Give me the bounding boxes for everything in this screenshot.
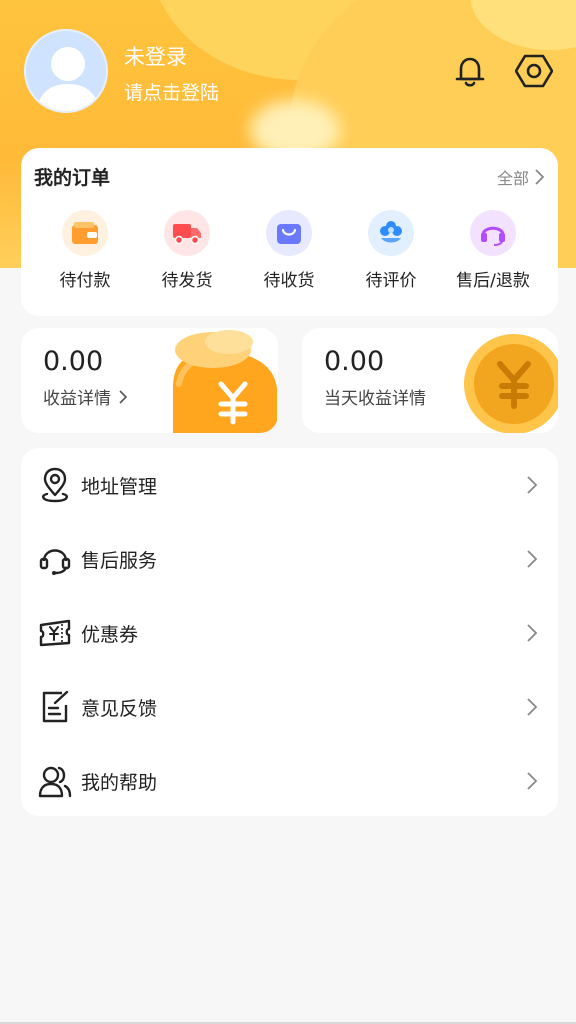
order-label: 待发货 (161, 271, 213, 291)
menu-label: 意见反馈 (81, 697, 158, 720)
order-item-after-sales[interactable]: 售后/退款 (443, 210, 543, 291)
today-income-details-label: 当天收益详情 (324, 389, 426, 409)
income-details-label: 收益详情 (43, 389, 111, 409)
today-income-details-link[interactable]: 当天收益详情 (324, 384, 426, 409)
feedback-icon (42, 690, 69, 723)
order-item-pending-receipt[interactable]: 待收货 (239, 210, 339, 291)
login-hint[interactable]: 请点击登陆 (124, 78, 219, 105)
location-pin-icon (42, 467, 68, 503)
order-label: 售后/退款 (456, 271, 530, 291)
menu-item-help[interactable]: 我的帮助 (21, 744, 558, 818)
orders-title: 我的订单 (34, 167, 111, 189)
orders-card: 我的订单 全部 待付款 待发货 待收货 待评价 售后/退款 (21, 148, 558, 316)
income-value: 0.00 (43, 346, 104, 377)
orders-all-label: 全部 (496, 169, 529, 188)
order-item-pending-shipment[interactable]: 待发货 (137, 210, 237, 291)
order-item-pending-review[interactable]: 待评价 (341, 210, 441, 291)
menu-label: 售后服务 (81, 549, 158, 572)
flower-icon (368, 210, 414, 256)
chevron-right-icon (535, 169, 544, 185)
user-placeholder-icon (36, 47, 100, 111)
chevron-right-icon (527, 476, 538, 494)
menu-card: 地址管理 售后服务 优惠券 意见反馈 我的帮助 (21, 448, 558, 816)
username[interactable]: 未登录 (124, 41, 187, 71)
shopping-bag-icon (266, 210, 312, 256)
chevron-right-icon (119, 389, 127, 404)
menu-item-coupons[interactable]: 优惠券 (21, 596, 558, 670)
chevron-right-icon (527, 772, 538, 790)
orders-all-link[interactable]: 全部 (497, 165, 544, 189)
menu-label: 优惠券 (81, 623, 139, 646)
users-icon (38, 766, 72, 798)
order-label: 待收货 (263, 271, 315, 291)
order-item-pending-payment[interactable]: 待付款 (35, 210, 135, 291)
order-label: 待付款 (59, 271, 111, 291)
wallet-icon (62, 210, 108, 256)
today-income-card[interactable]: 0.00 当天收益详情 (302, 328, 558, 433)
chevron-right-icon (527, 624, 538, 642)
coin-icon (464, 334, 558, 433)
settings-icon[interactable] (515, 52, 553, 90)
menu-item-feedback[interactable]: 意见反馈 (21, 670, 558, 744)
money-bag-icon (173, 330, 277, 433)
chevron-right-icon (527, 550, 538, 568)
headset-icon (39, 549, 71, 575)
menu-label: 地址管理 (81, 475, 158, 498)
menu-label: 我的帮助 (81, 771, 158, 794)
income-card[interactable]: 0.00 收益详情 (21, 328, 278, 433)
income-details-link[interactable]: 收益详情 (43, 384, 127, 409)
headset-icon (470, 210, 516, 256)
order-label: 待评价 (365, 271, 417, 291)
coupon-icon (39, 619, 71, 647)
avatar[interactable] (24, 29, 108, 113)
menu-item-address[interactable]: 地址管理 (21, 448, 558, 522)
menu-item-after-sales[interactable]: 售后服务 (21, 522, 558, 596)
chevron-right-icon (527, 698, 538, 716)
truck-icon (164, 210, 210, 256)
today-income-value: 0.00 (324, 346, 385, 377)
bell-icon[interactable] (451, 52, 489, 90)
